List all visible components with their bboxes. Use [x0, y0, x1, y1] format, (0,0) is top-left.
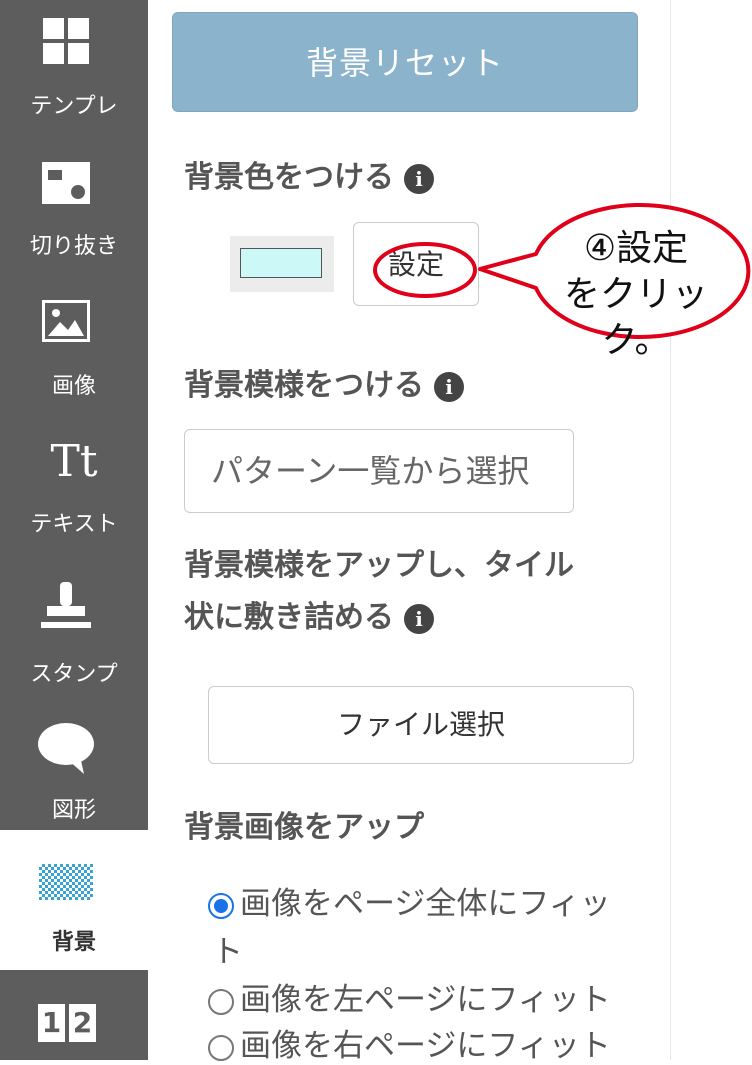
callout-text: ④設定 をクリック。 — [548, 226, 724, 364]
callout-line1: ④設定 — [583, 228, 689, 269]
callout-line2: をクリック。 — [563, 274, 708, 361]
highlight-ellipse — [373, 242, 477, 298]
callout-annotation — [373, 203, 751, 339]
